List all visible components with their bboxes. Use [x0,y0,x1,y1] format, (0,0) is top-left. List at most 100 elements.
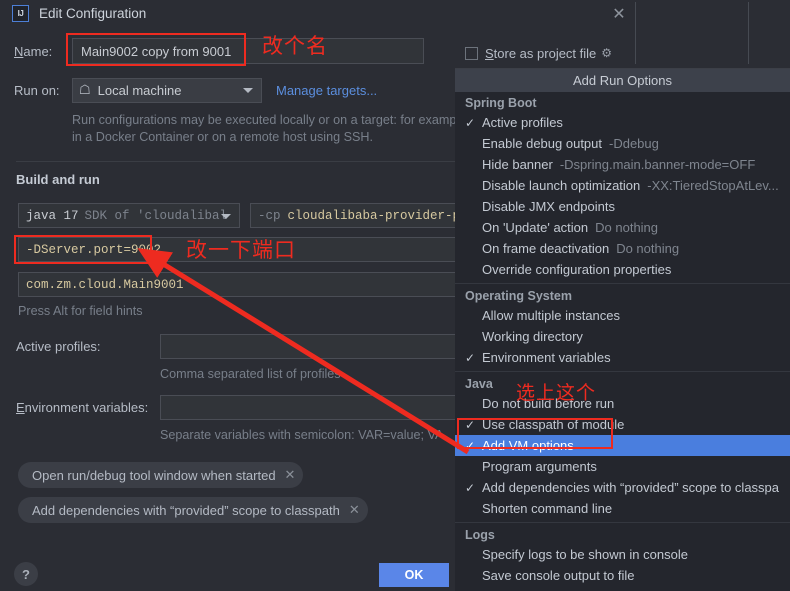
popup-menu-item-label: Hide banner [482,157,553,172]
check-icon: ✓ [465,480,476,495]
check-icon-empty: ✓ [465,137,482,151]
check-icon-empty: ✓ [465,460,482,474]
run-on-label: Run on: [14,82,60,98]
store-as-project-file-row[interactable]: Store as project file ⚙ [465,44,612,62]
popup-menu-item-label: Use classpath of module [482,417,625,432]
popup-menu-item-label: Program arguments [482,459,597,474]
popup-menu-item[interactable]: ✓ Add VM options [455,435,790,456]
popup-menu-item[interactable]: ✓Override configuration properties [455,259,790,280]
chip-close-icon[interactable]: ✕ [285,467,296,483]
intellij-logo-icon: IJ [12,5,29,22]
check-icon-empty: ✓ [465,200,482,214]
panel-divider-right [748,2,749,64]
popup-menu-item[interactable]: ✓Save console output to file [455,565,790,586]
popup-menu-item[interactable]: ✓Show console when a message is printed … [455,586,790,591]
option-chip-add-provided-dependencies[interactable]: Add dependencies with “provided” scope t… [18,497,368,523]
popup-menu-item[interactable]: ✓Program arguments [455,456,790,477]
check-icon-empty: ✓ [465,548,482,562]
popup-menu-item-label: Environment variables [482,350,611,365]
dialog-title: Edit Configuration [39,6,147,21]
jdk-description: SDK of 'cloudalibal [84,208,228,223]
classpath-value: cloudalibaba-provider-pay [287,208,476,223]
popup-group-title: Spring Boot [465,96,537,110]
popup-menu-item-label: Override configuration properties [482,262,672,277]
popup-menu-item[interactable]: ✓On frame deactivation Do nothing [455,238,790,259]
popup-menu-item[interactable]: ✓Disable JMX endpoints [455,196,790,217]
popup-group-title: Operating System [455,283,790,305]
popup-menu-item[interactable]: ✓Disable launch optimization -XX:TieredSt… [455,175,790,196]
option-chip-open-run-debug-tool-window[interactable]: Open run/debug tool window when started … [18,462,304,488]
popup-menu-item-value: Do nothing [616,241,680,256]
popup-menu-item-label: Active profiles [482,115,563,130]
store-as-project-file-checkbox[interactable] [465,46,478,60]
check-icon: ✓ [465,350,476,365]
popup-menu-item[interactable]: ✓ Use classpath of module [455,414,790,435]
chevron-down-icon [221,213,231,219]
popup-menu-item-label: Add VM options [482,438,574,453]
name-label: Name: [14,43,53,59]
popup-menu-item-label: Save console output to file [482,568,635,583]
check-icon-empty: ✓ [465,330,482,344]
popup-menu-item[interactable]: ✓Allow multiple instances [455,305,790,326]
run-on-row: Run on: ☖ Local machine Manage targets..… [14,77,377,103]
check-icon: ✓ [465,438,476,453]
check-icon-empty: ✓ [465,263,482,277]
popup-menu-item-label: On 'Update' action [482,220,589,235]
jdk-select[interactable]: java 17 SDK of 'cloudalibal [18,203,240,228]
check-icon-empty: ✓ [465,221,482,235]
check-icon-empty: ✓ [465,158,482,172]
environment-variables-label: Environment variables: [16,400,149,415]
name-input[interactable]: Main9002 copy from 9001 [72,38,424,64]
chip-close-icon[interactable]: ✕ [349,502,360,518]
popup-menu-item-label: On frame deactivation [482,241,610,256]
popup-menu-item[interactable]: ✓Shorten command line [455,498,790,519]
popup-group-title: Java [455,371,790,393]
popup-title: Add Run Options [455,69,790,92]
popup-menu-item[interactable]: ✓Do not build before run [455,393,790,414]
dialog-titlebar: IJ Edit Configuration [0,0,636,27]
active-profiles-label: Active profiles: [16,339,101,354]
run-on-select[interactable]: ☖ Local machine [72,77,262,103]
popup-menu-item[interactable]: ✓Hide banner -Dspring.main.banner-mode=OF… [455,154,790,175]
popup-menu-item-value: -XX:TieredStopAtLev... [647,178,779,193]
run-on-hint: Run configurations may be executed local… [72,113,467,144]
gear-icon[interactable]: ⚙ [601,46,612,60]
popup-menu-item[interactable]: ✓Specify logs to be shown in console [455,544,790,565]
popup-menu-item-label: Enable debug output [482,136,602,151]
check-icon-empty: ✓ [465,397,482,411]
edit-configuration-window: IJ Edit Configuration ✕ Name: Main9002 c… [0,0,790,591]
jdk-name: java 17 [26,208,79,223]
popup-menu-item[interactable]: ✓ Environment variables [455,347,790,368]
check-icon-empty: ✓ [465,309,482,323]
active-profiles-hint: Comma separated list of profiles [160,367,341,381]
check-icon: ✓ [465,115,476,130]
popup-menu-item-value: -Dspring.main.banner-mode=OFF [559,157,756,172]
ok-button[interactable]: OK [379,563,449,587]
popup-menu-item[interactable]: ✓Working directory [455,326,790,347]
chip-label: Open run/debug tool window when started [32,467,276,483]
check-icon-empty: ✓ [465,569,482,583]
popup-menu-item-label: Allow multiple instances [482,308,621,323]
store-as-project-file-label: Store as project file [485,45,597,61]
add-run-options-popup: Add Run Options Spring Boot ✓ Active profi… [455,68,790,591]
popup-menu-item[interactable]: ✓ Active profiles [455,112,790,133]
run-on-value: Local machine [97,82,182,98]
check-icon-empty: ✓ [465,179,482,193]
popup-menu-item-label: Disable JMX endpoints [482,199,615,214]
popup-menu-item-label: Shorten command line [482,501,613,516]
popup-group-title: Logs [455,522,790,544]
popup-menu-item-label: Working directory [482,329,583,344]
close-icon[interactable]: ✕ [608,3,630,25]
classpath-flag: -cp [258,208,281,223]
popup-menu-item-value: -Ddebug [609,136,659,151]
check-icon: ✓ [465,417,476,432]
popup-menu-item[interactable]: ✓ Add dependencies with “provided” scope … [455,477,790,498]
chevron-down-icon [243,88,253,93]
check-icon-empty: ✓ [465,502,482,516]
check-icon-empty: ✓ [465,242,482,256]
manage-targets-link[interactable]: Manage targets... [276,83,377,98]
popup-menu-item[interactable]: ✓Enable debug output -Ddebug [455,133,790,154]
popup-menu-item[interactable]: ✓On 'Update' action Do nothing [455,217,790,238]
help-button[interactable]: ? [14,562,38,586]
chip-label: Add dependencies with “provided” scope t… [32,502,340,518]
